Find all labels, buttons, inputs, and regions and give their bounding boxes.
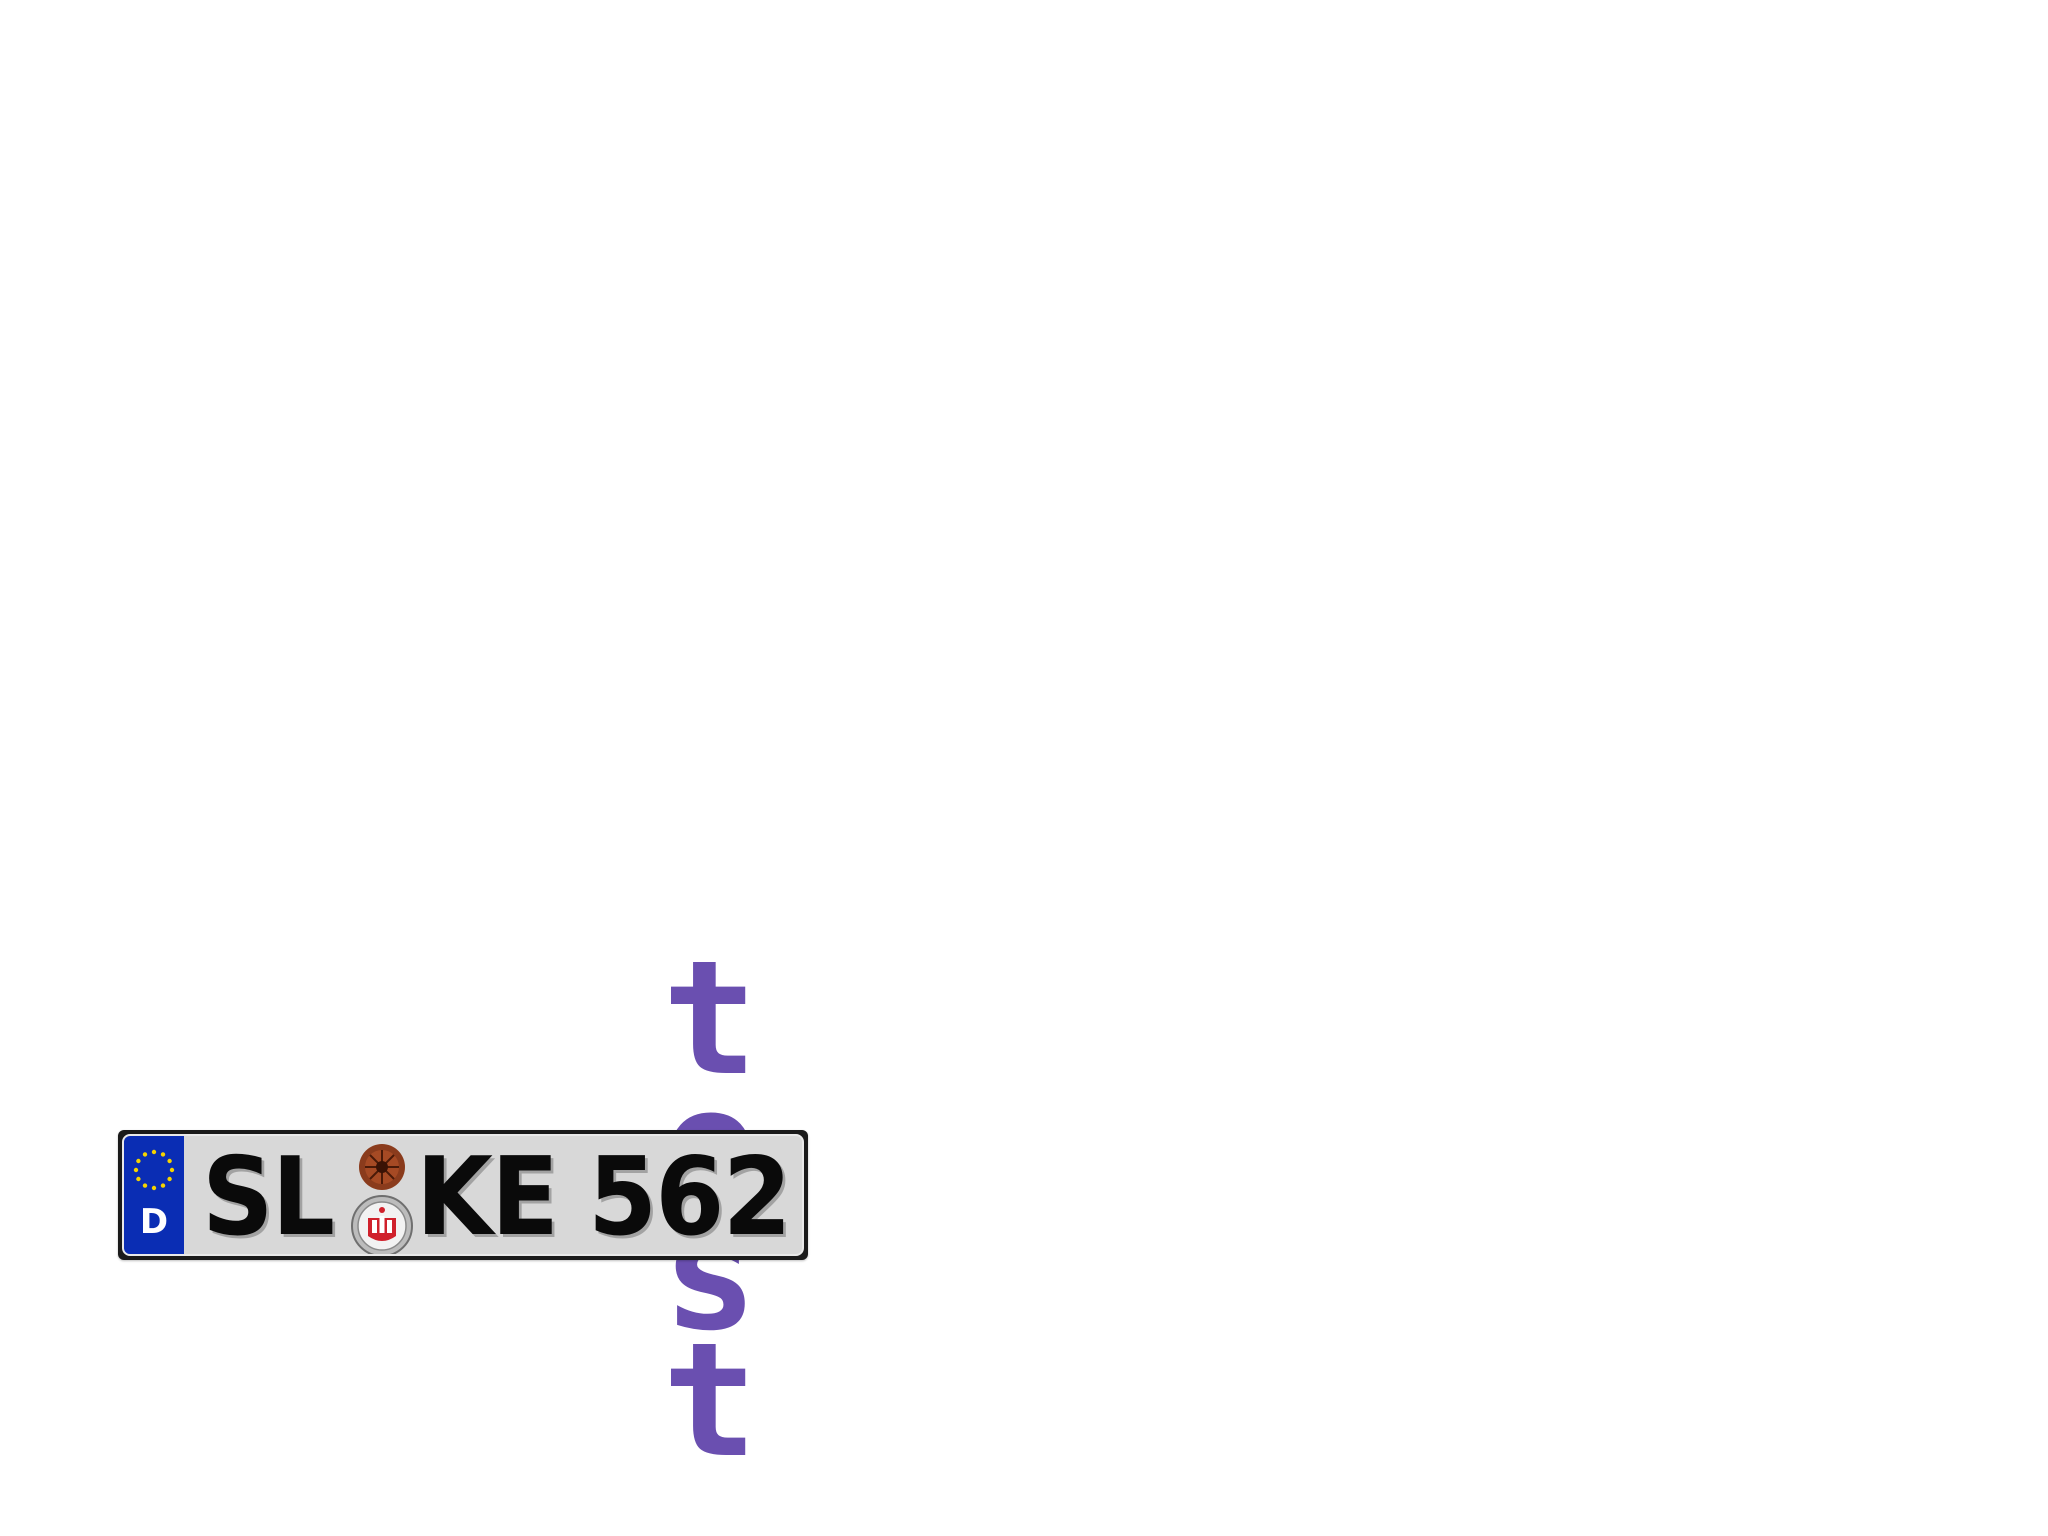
plate-letters: KE xyxy=(416,1135,559,1256)
state-seal-icon xyxy=(351,1195,413,1254)
plate-digits: 562 xyxy=(588,1135,792,1256)
license-plate-face: D SL KE 562 xyxy=(122,1134,804,1256)
inspection-sticker-icon xyxy=(359,1144,405,1190)
canvas: t e s t xyxy=(0,0,2048,1536)
plate-seals xyxy=(350,1142,414,1254)
plate-city-code: SL xyxy=(202,1135,335,1256)
eu-stars-icon xyxy=(133,1149,175,1191)
eu-band: D xyxy=(124,1136,184,1254)
vertical-letter-4: t xyxy=(662,1309,758,1493)
country-code: D xyxy=(139,1202,169,1242)
license-plate: D SL KE 562 xyxy=(118,1130,808,1260)
